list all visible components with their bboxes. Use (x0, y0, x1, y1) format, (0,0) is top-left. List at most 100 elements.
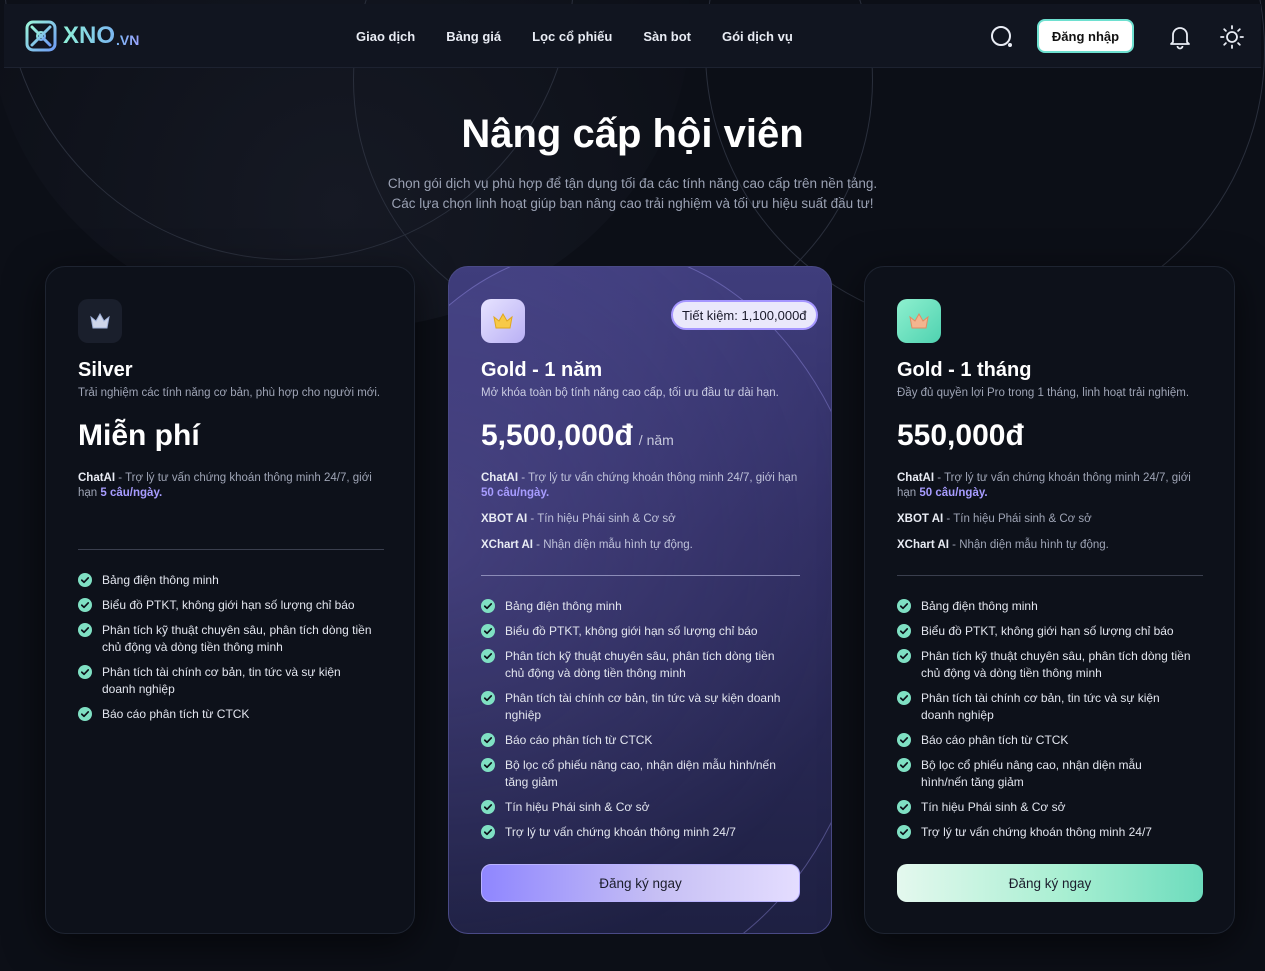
feature-chatai: ChatAI - Trợ lý tư vấn chứng khoán thông… (481, 471, 801, 501)
divider (78, 549, 384, 550)
feature-title: XChart AI (897, 539, 949, 551)
check-icon (897, 733, 911, 747)
bell-icon[interactable] (1167, 24, 1193, 50)
feature-limit: 50 câu/ngày. (919, 487, 988, 499)
check-icon (481, 800, 495, 814)
check-icon (897, 825, 911, 839)
nav-item-bang-gia[interactable]: Bảng giá (446, 29, 501, 44)
logo-icon (25, 20, 57, 52)
list-item: Tín hiệu Phái sinh & Cơ sở (897, 799, 1191, 816)
plan-card-gold-year: Tiết kiệm: 1,100,000đ Gold - 1 năm Mở kh… (448, 266, 832, 934)
check-icon (78, 623, 92, 637)
page-title: Nâng cấp hội viên (461, 112, 804, 156)
feature-chatai: ChatAI - Trợ lý tư vấn chứng khoán thông… (78, 471, 378, 501)
savings-badge: Tiết kiệm: 1,100,000đ (671, 300, 818, 330)
list-item: Phân tích tài chính cơ bản, tin tức và s… (481, 690, 795, 724)
feature-text: - Nhận diện mẫu hình tự động. (948, 539, 1109, 551)
silver-crown-icon (78, 299, 122, 343)
plan-description: Mở khóa toàn bộ tính năng cao cấp, tối ư… (481, 387, 779, 399)
page-subtitle-line-2: Các lựa chọn linh hoạt giúp bạn nâng cao… (391, 196, 874, 211)
plan-price: 550,000đ (897, 419, 1024, 453)
check-icon (481, 649, 495, 663)
feature-text: - Trợ lý tư vấn chứng khoán thông minh 2… (518, 472, 798, 484)
feature-chatai: ChatAI - Trợ lý tư vấn chứng khoán thông… (897, 471, 1197, 501)
check-icon (897, 758, 911, 772)
check-icon (481, 825, 495, 839)
list-item: Phân tích tài chính cơ bản, tin tức và s… (78, 664, 372, 698)
feature-title: ChatAI (481, 472, 519, 484)
plan-name: Silver (78, 359, 133, 381)
list-item: Biểu đồ PTKT, không giới hạn số lượng ch… (78, 597, 372, 614)
check-icon (481, 733, 495, 747)
nav-item-san-bot[interactable]: Sàn bot (643, 29, 691, 44)
feature-title: ChatAI (897, 472, 935, 484)
check-icon (897, 649, 911, 663)
check-icon (78, 598, 92, 612)
feature-text: - Nhận diện mẫu hình tự động. (532, 539, 693, 551)
list-item: Bảng điện thông minh (78, 572, 372, 589)
feature-text: - Tín hiệu Phái sinh & Cơ sở (943, 513, 1092, 525)
plan-card-gold-month: Gold - 1 tháng Đầy đủ quyền lợi Pro tron… (864, 266, 1235, 934)
check-icon (897, 800, 911, 814)
top-header: XNO .VN Giao dịch Bảng giá Lọc cổ phiếu … (4, 4, 1261, 68)
nav-item-goi-dich-vu[interactable]: Gói dịch vụ (722, 29, 793, 44)
list-item: Bộ lọc cổ phiếu nâng cao, nhận diện mẫu … (897, 757, 1191, 791)
register-button-gold-month[interactable]: Đăng ký ngay (897, 864, 1203, 902)
plan-name: Gold - 1 tháng (897, 359, 1032, 381)
feature-title: XBOT AI (481, 513, 528, 525)
feature-limit: 5 câu/ngày. (100, 487, 163, 499)
plan-description: Trải nghiệm các tính năng cơ bản, phù hợ… (78, 387, 381, 399)
gold-month-crown-icon (897, 299, 941, 343)
plan-description: Đầy đủ quyền lợi Pro trong 1 tháng, linh… (897, 387, 1190, 399)
check-icon (78, 573, 92, 587)
feature-title: XBOT AI (897, 513, 944, 525)
page-subtitle-line-1: Chọn gói dịch vụ phù hợp để tận dụng tối… (387, 176, 878, 191)
feature-text: - Tín hiệu Phái sinh & Cơ sở (527, 513, 676, 525)
check-icon (481, 624, 495, 638)
feature-xchart-ai: XChart AI - Nhận diện mẫu hình tự động. (481, 538, 781, 553)
logo-suffix: .VN (116, 32, 140, 48)
price-value: 5,500,000đ (481, 419, 633, 452)
list-item: Báo cáo phân tích từ CTCK (78, 706, 372, 723)
divider (897, 575, 1203, 576)
list-item: Trợ lý tư vấn chứng khoán thông minh 24/… (481, 824, 795, 841)
check-icon (481, 599, 495, 613)
list-item: Phân tích kỹ thuật chuyên sâu, phân tích… (481, 648, 795, 682)
logo-text: XNO (63, 22, 116, 49)
feature-xchart-ai: XChart AI - Nhận diện mẫu hình tự động. (897, 538, 1197, 553)
logo[interactable]: XNO .VN (24, 18, 139, 54)
list-item: Bộ lọc cổ phiếu nâng cao, nhận diện mẫu … (481, 757, 795, 791)
price-value: Miễn phí (78, 419, 200, 452)
list-item: Phân tích tài chính cơ bản, tin tức và s… (897, 690, 1191, 724)
list-item: Báo cáo phân tích từ CTCK (481, 732, 795, 749)
login-button[interactable]: Đăng nhập (1037, 19, 1134, 53)
search-icon[interactable] (989, 24, 1015, 50)
list-item: Trợ lý tư vấn chứng khoán thông minh 24/… (897, 824, 1191, 841)
feature-limit: 50 câu/ngày. (481, 487, 550, 499)
feature-xbot-ai: XBOT AI - Tín hiệu Phái sinh & Cơ sở (481, 512, 781, 527)
price-period: / năm (638, 432, 674, 448)
main-nav: Giao dịch Bảng giá Lọc cổ phiếu Sàn bot … (356, 4, 824, 68)
nav-item-loc-co-phieu[interactable]: Lọc cổ phiếu (532, 29, 612, 44)
check-icon (897, 624, 911, 638)
plan-name: Gold - 1 năm (481, 359, 603, 381)
check-icon (78, 665, 92, 679)
check-icon (897, 599, 911, 613)
feature-title: XChart AI (481, 539, 533, 551)
list-item: Biểu đồ PTKT, không giới hạn số lượng ch… (481, 623, 795, 640)
feature-xbot-ai: XBOT AI - Tín hiệu Phái sinh & Cơ sở (897, 512, 1197, 527)
list-item: Phân tích kỹ thuật chuyên sâu, phân tích… (897, 648, 1191, 682)
nav-item-giao-dich[interactable]: Giao dịch (356, 29, 415, 44)
check-icon (78, 707, 92, 721)
register-button-gold-year[interactable]: Đăng ký ngay (481, 864, 800, 902)
sun-icon[interactable] (1219, 24, 1245, 50)
check-icon (481, 758, 495, 772)
list-item: Bảng điện thông minh (481, 598, 795, 615)
list-item: Báo cáo phân tích từ CTCK (897, 732, 1191, 749)
plan-card-silver: Silver Trải nghiệm các tính năng cơ bản,… (45, 266, 415, 934)
list-item: Phân tích kỹ thuật chuyên sâu, phân tích… (78, 622, 372, 656)
list-item: Biểu đồ PTKT, không giới hạn số lượng ch… (897, 623, 1191, 640)
price-value: 550,000đ (897, 419, 1024, 452)
check-icon (897, 691, 911, 705)
plan-price: Miễn phí (78, 419, 200, 453)
